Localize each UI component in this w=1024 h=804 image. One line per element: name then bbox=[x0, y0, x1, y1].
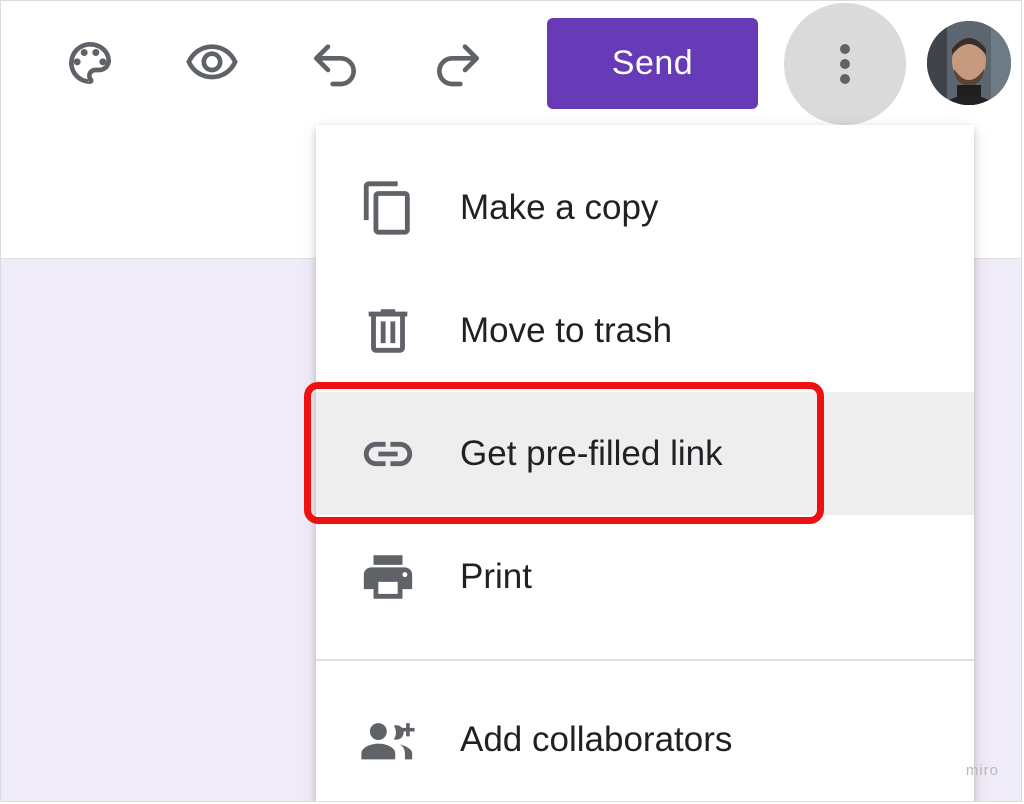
menu-item-make-copy[interactable]: Make a copy bbox=[316, 146, 974, 269]
redo-icon bbox=[437, 44, 479, 87]
print-icon bbox=[358, 547, 418, 607]
user-photo bbox=[927, 21, 1011, 105]
undo-button[interactable] bbox=[299, 27, 371, 99]
preview-button[interactable] bbox=[176, 27, 248, 99]
menu-item-label: Get pre-filled link bbox=[460, 433, 723, 473]
redo-button[interactable] bbox=[422, 27, 494, 99]
customize-theme-button[interactable] bbox=[54, 27, 126, 99]
menu-item-print[interactable]: Print bbox=[316, 515, 974, 638]
menu-divider bbox=[316, 659, 974, 661]
watermark: miro bbox=[965, 762, 999, 779]
more-options-button[interactable] bbox=[784, 3, 906, 125]
menu-item-move-to-trash[interactable]: Move to trash bbox=[316, 269, 974, 392]
forms-editor-window: Send Make a copy Move to trash Get pre-f… bbox=[0, 0, 1022, 802]
eye-icon bbox=[186, 44, 238, 80]
menu-item-label: Print bbox=[460, 556, 532, 596]
more-vert-icon bbox=[840, 44, 850, 84]
menu-item-label: Make a copy bbox=[460, 187, 659, 227]
copy-icon bbox=[358, 178, 418, 238]
menu-item-add-collaborators[interactable]: Add collaborators bbox=[316, 678, 974, 801]
trash-icon bbox=[358, 301, 418, 361]
menu-item-label: Add collaborators bbox=[460, 719, 733, 759]
more-options-menu: Make a copy Move to trash Get pre-filled… bbox=[316, 125, 974, 801]
link-icon bbox=[358, 424, 418, 484]
add-people-icon bbox=[358, 710, 418, 770]
avatar[interactable] bbox=[927, 21, 1011, 105]
menu-item-label: Move to trash bbox=[460, 310, 673, 350]
send-button[interactable]: Send bbox=[547, 18, 758, 109]
palette-icon bbox=[69, 42, 111, 84]
undo-icon bbox=[314, 44, 356, 87]
menu-item-get-prefilled-link[interactable]: Get pre-filled link bbox=[316, 392, 974, 515]
